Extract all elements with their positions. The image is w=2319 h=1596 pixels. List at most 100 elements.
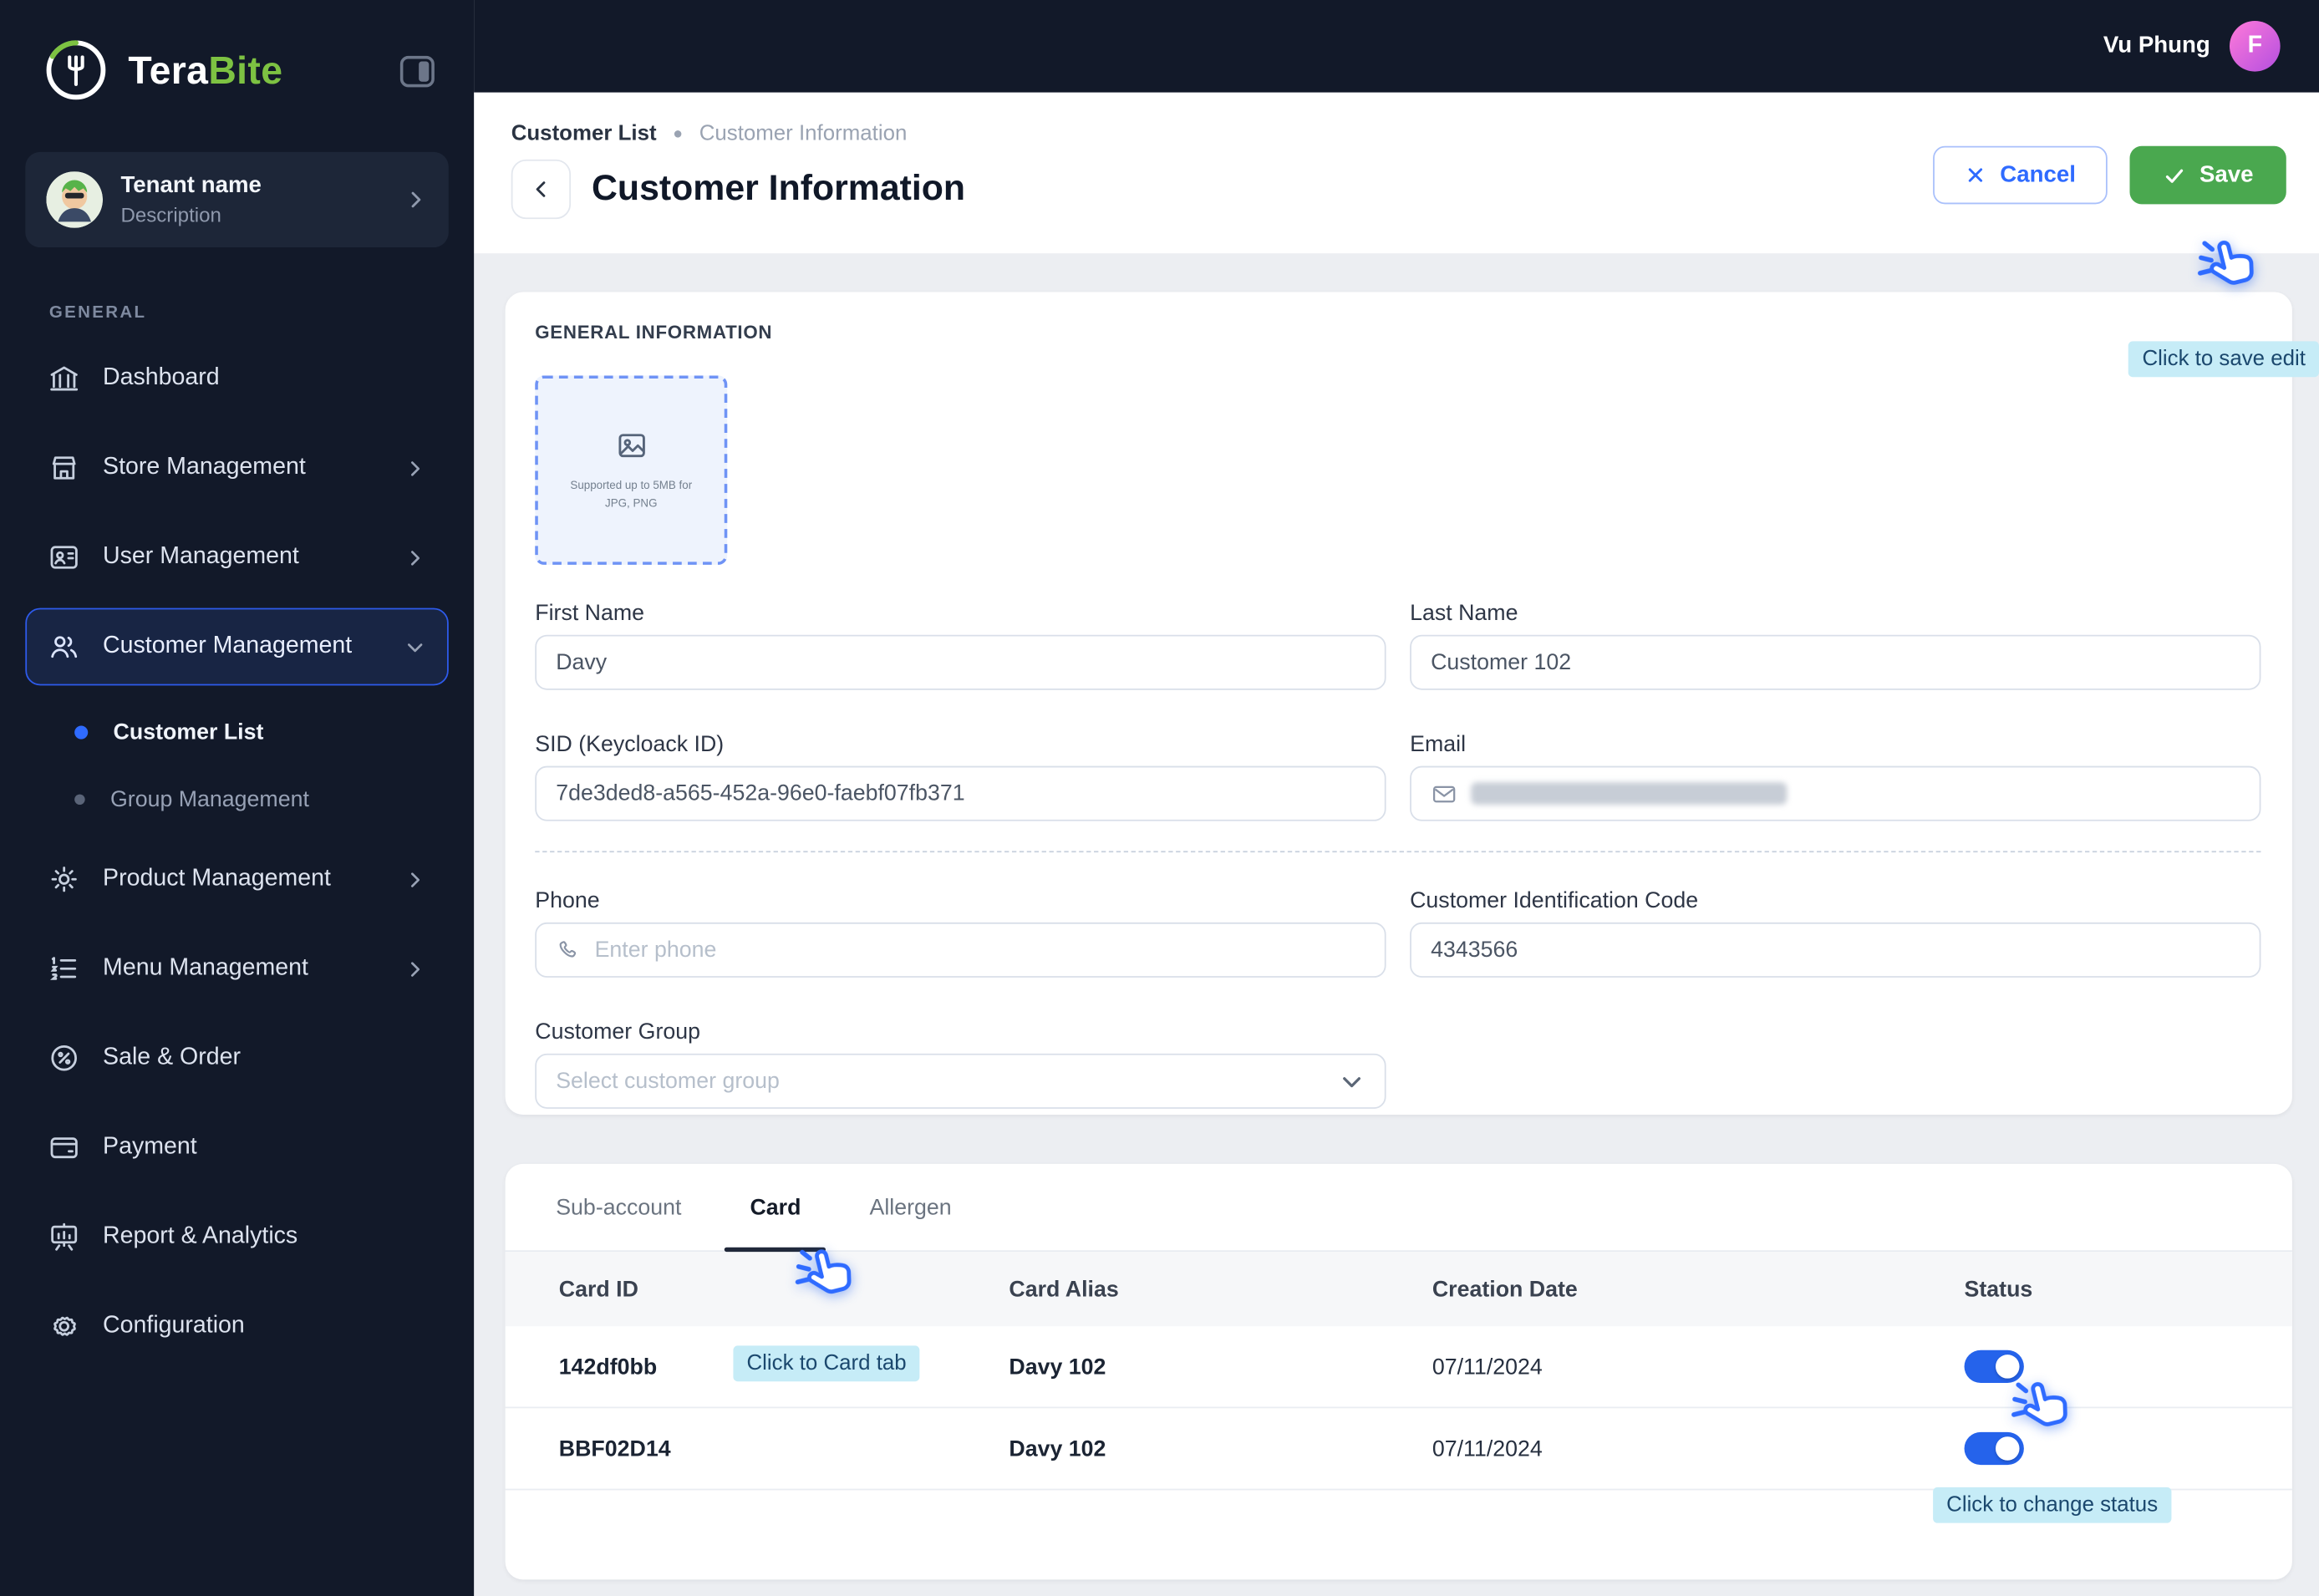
sidebar-item-menu-management[interactable]: Menu Management bbox=[25, 930, 448, 1008]
submenu-item-label: Group Management bbox=[109, 786, 309, 812]
card-id-cell: BBF02D14 bbox=[558, 1436, 671, 1461]
tenant-name: Tenant name bbox=[120, 172, 262, 199]
ordered-list-icon bbox=[49, 957, 77, 980]
bullet-icon bbox=[74, 794, 85, 806]
envelope-icon bbox=[1432, 785, 1456, 802]
breadcrumb-separator: ● bbox=[673, 125, 684, 144]
user-avatar[interactable]: F bbox=[2229, 20, 2281, 72]
bullet-icon bbox=[74, 725, 89, 740]
cancel-button[interactable]: Cancel bbox=[1933, 145, 2108, 205]
sid-field-group: SID (Keycloack ID) bbox=[535, 732, 1386, 821]
last-name-input[interactable] bbox=[1431, 649, 2240, 675]
user-name: Vu Phung bbox=[2103, 33, 2210, 58]
chevron-left-icon bbox=[536, 181, 546, 197]
upload-hint: Supported up to 5MB for JPG, PNG bbox=[570, 478, 693, 510]
customer-group-placeholder: Select customer group bbox=[556, 1068, 780, 1095]
storefront-icon bbox=[52, 456, 76, 480]
email-input[interactable] bbox=[1410, 765, 2261, 821]
image-upload-icon bbox=[618, 434, 644, 458]
sidebar-item-label: Dashboard bbox=[103, 364, 220, 391]
avatar-upload-dropzone[interactable]: Supported up to 5MB for JPG, PNG bbox=[535, 375, 728, 565]
column-header-creation-date: Creation Date bbox=[1432, 1276, 1578, 1302]
email-label: Email bbox=[1410, 731, 1467, 757]
chevron-right-icon bbox=[404, 546, 426, 569]
sidebar-item-label: Configuration bbox=[103, 1313, 245, 1339]
redacted-email-value bbox=[1471, 782, 1788, 806]
tab-bar: Sub-account Card Allergen bbox=[505, 1164, 2292, 1253]
general-information-card: GENERAL INFORMATION Supported up to 5MB … bbox=[505, 292, 2292, 1115]
chevron-down-icon bbox=[1343, 1076, 1360, 1087]
section-title: GENERAL INFORMATION bbox=[535, 322, 773, 343]
tab-sub-account[interactable]: Sub-account bbox=[556, 1164, 681, 1250]
column-header-status: Status bbox=[1964, 1276, 2033, 1302]
phone-label: Phone bbox=[535, 887, 600, 914]
page-title: Customer Information bbox=[592, 168, 966, 209]
sid-input[interactable] bbox=[556, 780, 1365, 806]
sidebar-item-label: Menu Management bbox=[103, 955, 308, 981]
sidebar-item-customer-list[interactable]: Customer List bbox=[25, 699, 448, 765]
phone-icon bbox=[559, 941, 577, 958]
customer-management-submenu: Customer List Group Management bbox=[25, 698, 448, 841]
identification-code-input[interactable] bbox=[1431, 937, 2240, 963]
id-card-icon bbox=[50, 546, 78, 569]
page-header: Customer List ● Customer Information Cus… bbox=[474, 92, 2319, 254]
gear-icon bbox=[53, 1316, 76, 1336]
brand-row: TeraBite bbox=[0, 0, 474, 104]
users-icon bbox=[51, 636, 78, 658]
gear-icon bbox=[51, 867, 77, 892]
customer-group-select[interactable]: Select customer group bbox=[535, 1053, 1386, 1109]
email-field-group: Email bbox=[1410, 732, 2261, 821]
tenant-avatar bbox=[46, 171, 104, 228]
sidebar-item-customer-management[interactable]: Customer Management bbox=[25, 607, 449, 686]
tenant-card[interactable]: Tenant name Description bbox=[25, 151, 449, 248]
percent-circle-icon bbox=[51, 1045, 77, 1071]
sidebar-item-store-management[interactable]: Store Management bbox=[25, 429, 448, 507]
chevron-right-icon bbox=[404, 958, 426, 980]
tab-allergen[interactable]: Allergen bbox=[869, 1164, 951, 1250]
sidebar-item-label: Payment bbox=[103, 1134, 197, 1160]
chart-presentation-icon bbox=[51, 1222, 78, 1251]
sidebar-item-payment[interactable]: Payment bbox=[25, 1109, 448, 1187]
breadcrumb-current: Customer Information bbox=[699, 122, 908, 146]
chevron-right-icon bbox=[404, 457, 426, 480]
sidebar: TeraBite Tenant name Description GENERAL… bbox=[0, 0, 475, 1596]
sidebar-item-configuration[interactable]: Configuration bbox=[25, 1288, 448, 1365]
sidebar-item-sale-order[interactable]: Sale & Order bbox=[25, 1019, 448, 1097]
first-name-field-group: First Name bbox=[535, 601, 1386, 690]
tab-card[interactable]: Card bbox=[724, 1164, 827, 1253]
first-name-input[interactable] bbox=[556, 649, 1365, 675]
close-icon bbox=[1968, 168, 1982, 182]
tenant-description: Description bbox=[120, 204, 221, 227]
sidebar-collapse-icon[interactable] bbox=[399, 55, 435, 88]
wallet-icon bbox=[50, 1137, 78, 1159]
tooltip-change-status: Click to change status bbox=[1933, 1487, 2172, 1523]
sidebar-item-label: Store Management bbox=[103, 454, 306, 480]
chevron-right-icon bbox=[404, 868, 426, 891]
creation-date-cell: 07/11/2024 bbox=[1432, 1436, 1543, 1461]
sid-label: SID (Keycloack ID) bbox=[535, 731, 725, 757]
sidebar-item-label: Product Management bbox=[103, 866, 331, 892]
sidebar-item-dashboard[interactable]: Dashboard bbox=[25, 340, 448, 418]
creation-date-cell: 07/11/2024 bbox=[1432, 1354, 1543, 1380]
brand-name: TeraBite bbox=[128, 47, 283, 92]
sidebar-item-label: Sale & Order bbox=[103, 1045, 241, 1070]
check-icon bbox=[2165, 168, 2183, 182]
app-window: TeraBite Tenant name Description GENERAL… bbox=[0, 0, 2319, 1596]
divider bbox=[535, 851, 2261, 853]
back-button[interactable] bbox=[511, 159, 572, 220]
sidebar-item-report-analytics[interactable]: Report & Analytics bbox=[25, 1198, 448, 1276]
sidebar-item-group-management[interactable]: Group Management bbox=[25, 766, 448, 833]
breadcrumb-parent[interactable]: Customer List bbox=[511, 122, 657, 146]
sidebar-item-label: Customer Management bbox=[103, 633, 353, 659]
customer-group-label: Customer Group bbox=[535, 1019, 700, 1045]
breadcrumb: Customer List ● Customer Information bbox=[511, 93, 2319, 146]
last-name-field-group: Last Name bbox=[1410, 601, 2261, 690]
phone-input[interactable] bbox=[594, 937, 1365, 963]
identification-code-field-group: Customer Identification Code bbox=[1410, 888, 2261, 978]
topbar: Vu Phung F bbox=[474, 0, 2319, 93]
save-button[interactable]: Save bbox=[2129, 145, 2286, 205]
sidebar-item-product-management[interactable]: Product Management bbox=[25, 841, 448, 918]
identification-code-label: Customer Identification Code bbox=[1410, 887, 1699, 914]
sidebar-item-label: User Management bbox=[103, 543, 299, 570]
sidebar-item-user-management[interactable]: User Management bbox=[25, 519, 448, 597]
